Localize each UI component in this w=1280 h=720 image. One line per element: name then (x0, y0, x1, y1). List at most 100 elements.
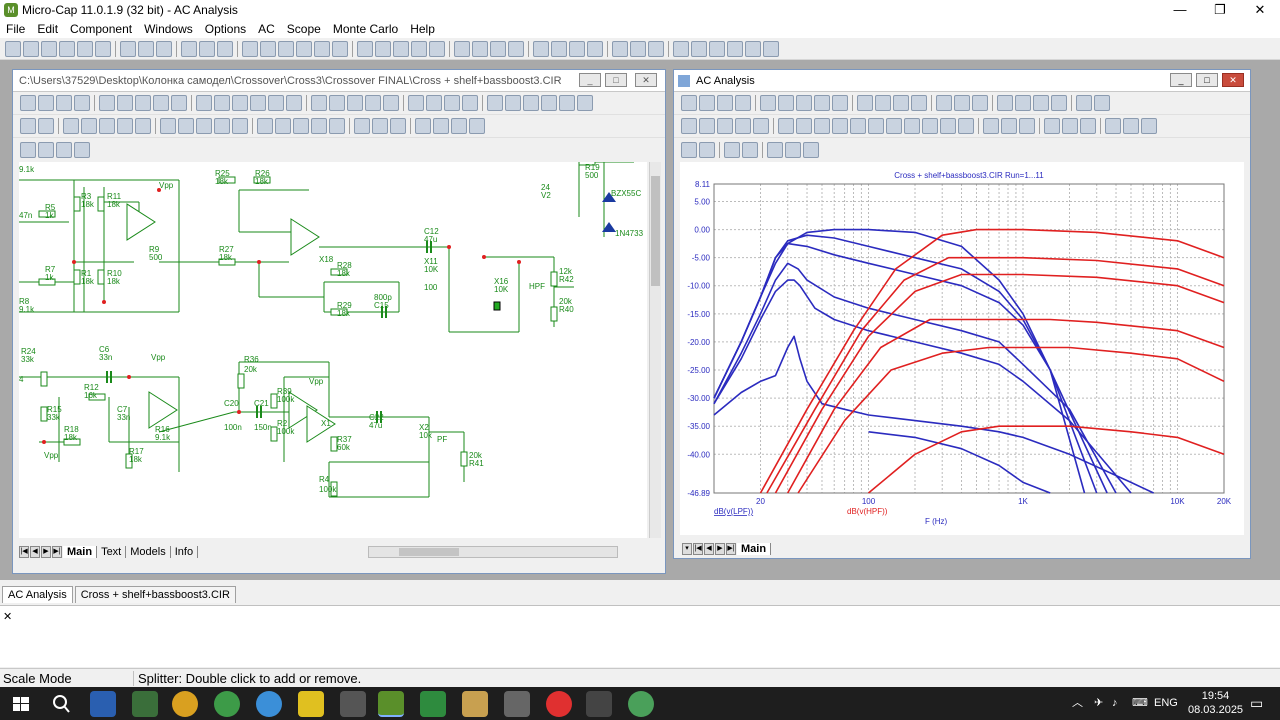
toolbar-button-icon[interactable] (160, 118, 176, 134)
toolbar-button-icon[interactable] (23, 40, 39, 57)
toolbar-button-icon[interactable] (329, 95, 345, 111)
toolbar-button-icon[interactable] (505, 95, 521, 111)
toolbar-button-icon[interactable] (171, 95, 187, 111)
menu-edit[interactable]: Edit (31, 22, 64, 36)
toolbar-button-icon[interactable] (415, 118, 431, 134)
toolbar-button-icon[interactable] (803, 141, 819, 158)
toolbar-button-icon[interactable] (1033, 95, 1049, 111)
toolbar-button-icon[interactable] (390, 118, 406, 134)
menu-file[interactable]: File (0, 22, 31, 36)
toolbar-button-icon[interactable] (314, 40, 330, 57)
toolbar-button-icon[interactable] (648, 40, 664, 57)
toolbar-button-icon[interactable] (347, 95, 363, 111)
toolbar-button-icon[interactable] (1141, 118, 1157, 134)
toolbar-button-icon[interactable] (117, 118, 133, 134)
toolbar-button-icon[interactable] (181, 40, 197, 57)
minimize-icon[interactable]: _ (1170, 73, 1192, 87)
prev-page-icon[interactable]: ◀ (704, 543, 714, 555)
toolbar-button-icon[interactable] (1080, 118, 1096, 134)
toolbar-button-icon[interactable] (293, 118, 309, 134)
toolbar-button-icon[interactable] (796, 118, 812, 134)
toolbar-button-icon[interactable] (196, 118, 212, 134)
notepad-icon[interactable] (462, 691, 488, 717)
toolbar-button-icon[interactable] (451, 118, 467, 134)
schematic-vscroll-thumb[interactable] (651, 176, 660, 286)
toolbar-button-icon[interactable] (735, 118, 751, 134)
telegram-icon[interactable] (256, 691, 282, 717)
toolbar-button-icon[interactable] (569, 40, 585, 57)
app-icon-11[interactable] (504, 691, 530, 717)
toolbar-button-icon[interactable] (153, 95, 169, 111)
toolbar-button-icon[interactable] (832, 118, 848, 134)
toolbar-button-icon[interactable] (508, 40, 524, 57)
last-page-icon[interactable]: ▶| (52, 546, 62, 558)
menu-options[interactable]: Options (199, 22, 252, 36)
app-icon-1[interactable] (90, 691, 116, 717)
toolbar-button-icon[interactable] (533, 40, 549, 57)
toolbar-button-icon[interactable] (893, 95, 909, 111)
maximize-icon[interactable]: □ (605, 73, 627, 87)
toolbar-button-icon[interactable] (1001, 118, 1017, 134)
toolbar-button-icon[interactable] (559, 95, 575, 111)
toolbar-button-icon[interactable] (469, 118, 485, 134)
toolbar-button-icon[interactable] (357, 40, 373, 57)
notifications-icon[interactable]: ▭ (1250, 687, 1263, 720)
language-indicator[interactable]: ENG (1154, 687, 1178, 720)
toolbar-button-icon[interactable] (1062, 118, 1078, 134)
close-icon[interactable]: ✕ (1222, 73, 1244, 87)
clock[interactable]: 19:54 08.03.2025 (1188, 687, 1243, 720)
toolbar-button-icon[interactable] (250, 95, 266, 111)
toolbar-button-icon[interactable] (217, 40, 233, 57)
toolbar-button-icon[interactable] (38, 95, 54, 111)
toolbar-button-icon[interactable] (814, 118, 830, 134)
restore-icon[interactable]: □ (1196, 73, 1218, 87)
toolbar-button-icon[interactable] (577, 95, 593, 111)
first-page-icon[interactable]: |◀ (19, 546, 29, 558)
toolbar-button-icon[interactable] (286, 95, 302, 111)
menu-help[interactable]: Help (404, 22, 441, 36)
toolbar-button-icon[interactable] (681, 141, 697, 158)
toolbar-button-icon[interactable] (56, 95, 72, 111)
toolbar-button-icon[interactable] (99, 118, 115, 134)
toolbar-button-icon[interactable] (868, 118, 884, 134)
toolbar-button-icon[interactable] (1019, 118, 1035, 134)
toolbar-button-icon[interactable] (426, 95, 442, 111)
app-icon-13[interactable] (586, 691, 612, 717)
toolbar-button-icon[interactable] (936, 95, 952, 111)
toolbar-button-icon[interactable] (699, 118, 715, 134)
tab-info[interactable]: Info (171, 546, 199, 558)
toolbar-button-icon[interactable] (332, 40, 348, 57)
toolbar-button-icon[interactable] (922, 118, 938, 134)
toolbar-button-icon[interactable] (74, 95, 90, 111)
toolbar-button-icon[interactable] (796, 95, 812, 111)
toolbar-button-icon[interactable] (541, 95, 557, 111)
toolbar-button-icon[interactable] (275, 118, 291, 134)
chrome-icon[interactable] (214, 691, 240, 717)
network-icon[interactable]: ✈ (1094, 687, 1103, 720)
toolbar-button-icon[interactable] (462, 95, 478, 111)
toolbar-button-icon[interactable] (5, 40, 21, 57)
toolbar-button-icon[interactable] (311, 118, 327, 134)
next-page-icon[interactable]: ▶ (41, 546, 51, 558)
toolbar-button-icon[interactable] (311, 95, 327, 111)
toolbar-button-icon[interactable] (372, 118, 388, 134)
schematic-hscrollbar[interactable] (368, 546, 619, 558)
toolbar-button-icon[interactable] (724, 141, 740, 158)
toolbar-button-icon[interactable] (117, 95, 133, 111)
toolbar-button-icon[interactable] (972, 95, 988, 111)
toolbar-button-icon[interactable] (709, 40, 725, 57)
app-icon-6[interactable] (298, 691, 324, 717)
toolbar-button-icon[interactable] (383, 95, 399, 111)
toolbar-button-icon[interactable] (120, 40, 136, 57)
toolbar-button-icon[interactable] (1094, 95, 1110, 111)
toolbar-button-icon[interactable] (814, 95, 830, 111)
minimize-icon[interactable]: — (1160, 0, 1200, 20)
toolbar-button-icon[interactable] (1044, 118, 1060, 134)
toolbar-button-icon[interactable] (983, 118, 999, 134)
toolbar-button-icon[interactable] (375, 40, 391, 57)
toolbar-button-icon[interactable] (232, 118, 248, 134)
tab-main[interactable]: Main (737, 543, 772, 555)
toolbar-button-icon[interactable] (242, 40, 258, 57)
menu-windows[interactable]: Windows (138, 22, 199, 36)
toolbar-button-icon[interactable] (875, 95, 891, 111)
